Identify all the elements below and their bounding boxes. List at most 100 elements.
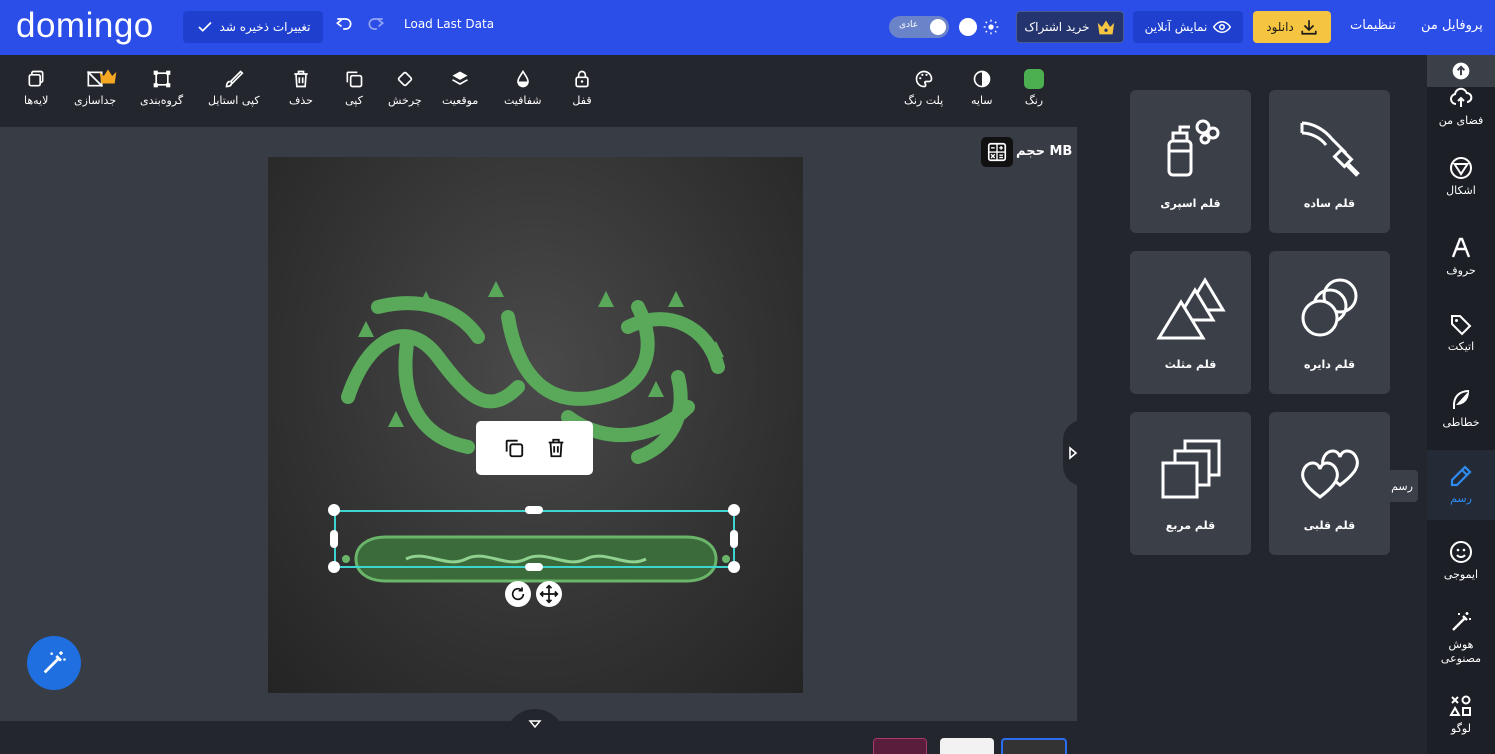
resize-handle-top-right[interactable] bbox=[728, 504, 740, 516]
ungroup-tool[interactable]: جداسازی bbox=[74, 69, 117, 107]
rail-item-label: اشکال bbox=[1446, 184, 1476, 197]
group-icon bbox=[153, 70, 170, 88]
shadow-label: سایه bbox=[971, 94, 993, 107]
toggle-panel-button[interactable] bbox=[1063, 420, 1083, 486]
color-tool[interactable]: رنگ bbox=[1024, 69, 1044, 107]
resize-handle-bottom[interactable] bbox=[525, 563, 543, 571]
redo-icon[interactable] bbox=[366, 14, 386, 34]
resize-handle-top[interactable] bbox=[525, 506, 543, 514]
ungroup-label: جداسازی bbox=[74, 94, 117, 107]
resize-handle-bottom-right[interactable] bbox=[728, 561, 740, 573]
palette-tool[interactable]: پلت رنگ bbox=[904, 69, 943, 107]
copy-icon bbox=[346, 71, 363, 88]
stack-icon bbox=[452, 71, 469, 85]
upload-button[interactable] bbox=[1427, 55, 1495, 87]
duplicate-icon[interactable] bbox=[503, 437, 525, 459]
triangle-pen-card[interactable]: قلم مثلث bbox=[1130, 251, 1251, 394]
theme-toggle-knob bbox=[959, 18, 977, 36]
squares-icon bbox=[1161, 439, 1220, 499]
lock-icon bbox=[575, 70, 589, 88]
layers-tool[interactable]: لایه‌ها bbox=[24, 69, 48, 107]
top-header: domingo تغییرات ذخیره شد Load Last Data … bbox=[0, 0, 1495, 55]
rail-item-shapes[interactable]: اشکال bbox=[1427, 156, 1495, 197]
ai-magic-button[interactable] bbox=[27, 636, 81, 690]
page-thumbnail[interactable] bbox=[873, 738, 927, 754]
resize-handle-right[interactable] bbox=[730, 530, 738, 548]
copy-tool[interactable]: کپی bbox=[344, 69, 364, 107]
trash-icon[interactable] bbox=[545, 437, 567, 459]
resize-handle-top-left[interactable] bbox=[328, 504, 340, 516]
theme-toggle[interactable] bbox=[957, 16, 1003, 38]
resize-handle-bottom-left[interactable] bbox=[328, 561, 340, 573]
rotate-tool[interactable]: چرخش bbox=[388, 69, 422, 107]
page-thumbnail[interactable] bbox=[940, 738, 994, 754]
tag-icon bbox=[1451, 315, 1472, 336]
position-label: موقعیت bbox=[442, 94, 479, 107]
undo-icon[interactable] bbox=[334, 14, 354, 34]
move-handle[interactable] bbox=[536, 581, 562, 607]
draw-tooltip: رسم bbox=[1386, 470, 1418, 502]
upload-icon bbox=[1452, 62, 1470, 80]
download-icon bbox=[1301, 20, 1317, 35]
page-thumbnail-active[interactable] bbox=[1001, 738, 1067, 754]
group-tool[interactable]: گروه‌بندی bbox=[140, 69, 183, 107]
card-label: قلم مثلث bbox=[1164, 358, 1217, 371]
lock-tool[interactable]: قفل bbox=[572, 69, 592, 107]
rail-item-calligraphy[interactable]: خطاطی bbox=[1427, 388, 1495, 429]
rail-item-ai[interactable]: هوش مصنوعی bbox=[1427, 610, 1495, 666]
text-icon bbox=[1451, 237, 1471, 258]
copy-style-tool[interactable]: کپی استایل bbox=[208, 69, 260, 107]
opacity-tool[interactable]: شفافیت bbox=[504, 69, 542, 107]
brush-icon bbox=[1300, 121, 1360, 177]
rail-item-label: لوگو bbox=[1451, 722, 1471, 735]
rotate-handle[interactable] bbox=[505, 581, 531, 607]
smiley-icon bbox=[1450, 541, 1472, 563]
drop-icon bbox=[516, 69, 529, 88]
load-last-data-link[interactable]: Load Last Data bbox=[404, 17, 494, 31]
circle-pen-card[interactable]: قلم دایره bbox=[1269, 251, 1390, 394]
card-label: قلم اسپری bbox=[1160, 197, 1221, 210]
rail-item-text[interactable]: حروف bbox=[1427, 236, 1495, 277]
rotate-icon bbox=[511, 587, 525, 601]
rail-item-draw[interactable]: رسم bbox=[1427, 450, 1495, 520]
online-preview-button[interactable]: نمایش آنلاین bbox=[1133, 11, 1243, 43]
settings-link[interactable]: تنظیمات bbox=[1350, 18, 1396, 33]
rail-item-label: هوش مصنوعی bbox=[1440, 638, 1482, 665]
profile-link[interactable]: پروفایل من bbox=[1421, 18, 1483, 33]
rail-item-emoji[interactable]: ایموجی bbox=[1427, 540, 1495, 581]
move-icon bbox=[539, 584, 559, 604]
copy-label: کپی bbox=[345, 94, 363, 107]
download-button[interactable]: دانلود bbox=[1253, 11, 1331, 43]
group-label: گروه‌بندی bbox=[140, 94, 184, 107]
heart-pen-card[interactable]: قلم قلبی bbox=[1269, 412, 1390, 555]
app-logo[interactable]: domingo bbox=[16, 6, 154, 46]
context-menu bbox=[476, 421, 593, 475]
save-status-button[interactable]: تغییرات ذخیره شد bbox=[183, 11, 323, 43]
shapes-icon bbox=[1450, 157, 1472, 179]
simple-pen-card[interactable]: قلم ساده bbox=[1269, 90, 1390, 233]
position-tool[interactable]: موقعیت bbox=[442, 69, 478, 107]
selection-box[interactable] bbox=[334, 510, 735, 568]
calculator-icon[interactable] bbox=[981, 137, 1013, 167]
buy-subscription-button[interactable]: خرید اشتراک bbox=[1016, 11, 1124, 43]
logo-shapes-icon bbox=[1449, 695, 1471, 716]
resize-handle-left[interactable] bbox=[330, 530, 338, 548]
rail-item-logo[interactable]: لوگو bbox=[1427, 694, 1495, 735]
spray-pen-card[interactable]: قلم اسپری bbox=[1130, 90, 1251, 233]
delete-tool[interactable]: حذف bbox=[289, 69, 313, 107]
mode-toggle[interactable]: عادی bbox=[889, 16, 949, 38]
palette-icon bbox=[915, 70, 932, 88]
copy-style-label: کپی استایل bbox=[208, 94, 260, 107]
mode-toggle-knob bbox=[930, 19, 946, 35]
shadow-tool[interactable]: سایه bbox=[971, 69, 993, 107]
rail-item-my-space[interactable]: فضای من bbox=[1427, 86, 1495, 128]
rail-item-sticker[interactable]: اتیکت bbox=[1427, 312, 1495, 353]
download-label: دانلود bbox=[1266, 20, 1294, 34]
color-label: رنگ bbox=[1024, 94, 1044, 107]
rail-item-label: اتیکت bbox=[1447, 340, 1475, 353]
eye-icon bbox=[1213, 20, 1232, 34]
opacity-label: شفافیت bbox=[504, 94, 542, 107]
chevron-right-icon bbox=[1069, 446, 1078, 460]
rail-item-label: ایموجی bbox=[1443, 568, 1479, 581]
square-pen-card[interactable]: قلم مربع bbox=[1130, 412, 1251, 555]
